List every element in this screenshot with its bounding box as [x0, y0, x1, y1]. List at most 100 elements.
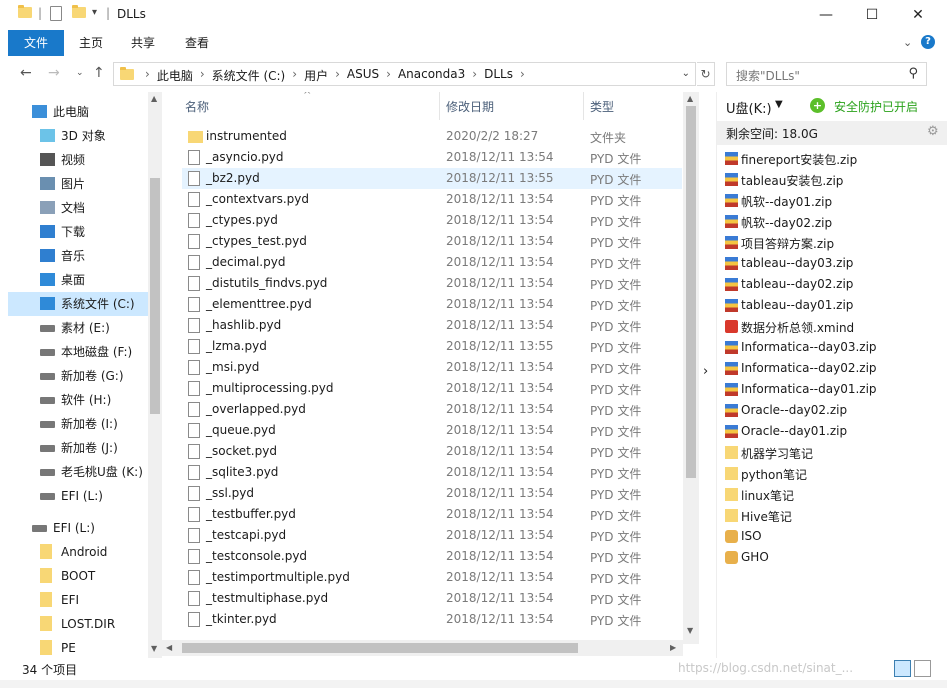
file-row[interactable]: _multiprocessing.pyd 2018/12/11 13:54 PYD … [182, 378, 682, 399]
file-row[interactable]: _contextvars.pyd 2018/12/11 13:54 PYD 文件 [182, 189, 682, 210]
column-header-name[interactable]: 名称 [185, 98, 209, 115]
file-name: _asyncio.pyd [206, 150, 284, 164]
new-folder-icon[interactable] [72, 5, 86, 21]
column-header-type[interactable]: 类型 [590, 98, 614, 115]
column-header-date[interactable]: 修改日期 [446, 98, 494, 115]
file-row[interactable]: _tkinter.pyd 2018/12/11 13:54 PYD 文件 [182, 609, 682, 630]
file-row[interactable]: _distutils_findvs.pyd 2018/12/11 13:54 PYD… [182, 273, 682, 294]
file-type: PYD 文件 [590, 341, 642, 355]
drive-icon [40, 445, 55, 452]
archive-icon [725, 383, 738, 396]
file-row[interactable]: _ssl.pyd 2018/12/11 13:54 PYD 文件 [182, 483, 682, 504]
address-bar[interactable]: › 此电脑 › 系统文件 (C:) › 用户 › ASUS › Anaconda… [113, 62, 696, 86]
file-type: PYD 文件 [590, 215, 642, 229]
file-date: 2018/12/11 13:54 [446, 570, 554, 584]
file-row[interactable]: _testconsole.pyd 2018/12/11 13:54 PYD 文件 [182, 546, 682, 567]
column-divider[interactable] [439, 92, 440, 120]
nav-item-label: 此电脑 [53, 105, 90, 119]
back-arrow-icon[interactable]: ← [20, 65, 32, 81]
file-type: PYD 文件 [590, 173, 642, 187]
list-vertical-scrollbar-thumb[interactable] [686, 106, 696, 478]
tab-share[interactable]: 共享 [124, 30, 162, 56]
file-icon [188, 570, 200, 585]
file-row[interactable]: _socket.pyd 2018/12/11 13:54 PYD 文件 [182, 441, 682, 462]
tab-file[interactable]: 文件 [8, 30, 64, 56]
file-type: PYD 文件 [590, 404, 642, 418]
search-icon[interactable]: ⚲ [908, 66, 918, 81]
tab-home[interactable]: 主页 [72, 30, 110, 56]
column-divider[interactable] [583, 92, 584, 120]
breadcrumb-this-pc[interactable]: 此电脑 [157, 67, 193, 84]
breadcrumb-chevron-icon: › [145, 67, 150, 81]
file-row[interactable]: _ctypes_test.pyd 2018/12/11 13:54 PYD 文件 [182, 231, 682, 252]
file-type: PYD 文件 [590, 257, 642, 271]
file-row[interactable]: _hashlib.pyd 2018/12/11 13:54 PYD 文件 [182, 315, 682, 336]
file-row[interactable]: _sqlite3.pyd 2018/12/11 13:54 PYD 文件 [182, 462, 682, 483]
file-date: 2018/12/11 13:54 [446, 192, 554, 206]
file-row[interactable]: _overlapped.pyd 2018/12/11 13:54 PYD 文件 [182, 399, 682, 420]
refresh-button[interactable]: ↻ [697, 62, 715, 86]
file-row[interactable]: _decimal.pyd 2018/12/11 13:54 PYD 文件 [182, 252, 682, 273]
drive-icon [32, 525, 47, 532]
recent-locations-chevron-icon[interactable]: ⌄ [76, 68, 84, 78]
nav-item-label: EFI [61, 593, 80, 607]
file-type: PYD 文件 [590, 194, 642, 208]
large-icons-view-icon[interactable] [914, 660, 931, 677]
help-icon[interactable]: ? [921, 35, 935, 49]
file-date: 2018/12/11 13:54 [446, 318, 554, 332]
scroll-down-icon[interactable]: ▼ [687, 626, 693, 635]
nav-item-label: 图片 [61, 177, 86, 191]
nav-scrollbar-thumb[interactable] [150, 178, 160, 414]
file-icon [188, 591, 200, 606]
breadcrumb-users[interactable]: 用户 [304, 67, 328, 84]
cube-icon [40, 129, 55, 142]
folder-row[interactable]: instrumented 2020/2/2 18:27 文件夹 [182, 126, 682, 147]
breadcrumb-c-drive[interactable]: 系统文件 (C:) [212, 67, 286, 84]
archive-icon [725, 341, 738, 354]
file-name: _decimal.pyd [206, 255, 286, 269]
drive-dropdown-icon[interactable]: ▼ [775, 99, 783, 110]
address-dropdown-chevron-icon[interactable]: ⌄ [682, 68, 690, 79]
pane-collapse-button[interactable]: › [699, 92, 717, 658]
maximize-button[interactable]: ☐ [849, 0, 895, 30]
file-row[interactable]: _msi.pyd 2018/12/11 13:54 PYD 文件 [182, 357, 682, 378]
close-button[interactable]: ✕ [895, 0, 941, 30]
file-row[interactable]: _testbuffer.pyd 2018/12/11 13:54 PYD 文件 [182, 504, 682, 525]
file-row[interactable]: _elementtree.pyd 2018/12/11 13:54 PYD 文件 [182, 294, 682, 315]
expand-ribbon-icon[interactable]: ⌄ [903, 36, 912, 49]
nav-item-label: 下载 [61, 225, 86, 239]
file-row[interactable]: _lzma.pyd 2018/12/11 13:55 PYD 文件 [182, 336, 682, 357]
scroll-left-icon[interactable]: ◀ [166, 643, 172, 652]
breadcrumb-asus[interactable]: ASUS [347, 67, 379, 84]
file-row[interactable]: _queue.pyd 2018/12/11 13:54 PYD 文件 [182, 420, 682, 441]
tab-view[interactable]: 查看 [178, 30, 216, 56]
forward-arrow-icon[interactable]: → [48, 65, 60, 81]
file-row[interactable]: _ctypes.pyd 2018/12/11 13:54 PYD 文件 [182, 210, 682, 231]
properties-icon[interactable] [50, 6, 62, 21]
file-type: PYD 文件 [590, 236, 642, 250]
minimize-button[interactable]: — [803, 0, 849, 30]
details-view-icon[interactable] [894, 660, 911, 677]
scroll-up-icon[interactable]: ▲ [687, 94, 693, 103]
file-type: PYD 文件 [590, 278, 642, 292]
file-icon [188, 423, 200, 438]
file-row[interactable]: _bz2.pyd 2018/12/11 13:55 PYD 文件 [182, 168, 682, 189]
file-row[interactable]: _testimportmultiple.pyd 2018/12/11 13:54 P… [182, 567, 682, 588]
file-row[interactable]: _asyncio.pyd 2018/12/11 13:54 PYD 文件 [182, 147, 682, 168]
scroll-up-icon[interactable]: ▲ [151, 94, 157, 103]
scroll-down-icon[interactable]: ▼ [151, 644, 157, 653]
protection-status[interactable]: 安全防护已开启 [834, 98, 918, 115]
list-horizontal-scrollbar-thumb[interactable] [182, 643, 578, 653]
scroll-right-icon[interactable]: ▶ [670, 643, 676, 652]
breadcrumb-anaconda3[interactable]: Anaconda3 [398, 67, 465, 84]
customize-quick-access-icon[interactable]: ▾ [92, 7, 106, 21]
up-arrow-icon[interactable]: ↑ [93, 65, 105, 81]
file-name: _msi.pyd [206, 360, 260, 374]
gear-icon[interactable]: ⚙ [927, 124, 939, 139]
usb-item-name: finereport安装包.zip [741, 153, 858, 167]
search-input[interactable]: 搜索"DLLs" ⚲ [726, 62, 927, 86]
file-row[interactable]: _testmultiphase.pyd 2018/12/11 13:54 PYD 文… [182, 588, 682, 609]
breadcrumb-dlls[interactable]: DLLs [484, 67, 513, 84]
drive-label[interactable]: U盘(K:) [726, 98, 772, 117]
file-row[interactable]: _testcapi.pyd 2018/12/11 13:54 PYD 文件 [182, 525, 682, 546]
